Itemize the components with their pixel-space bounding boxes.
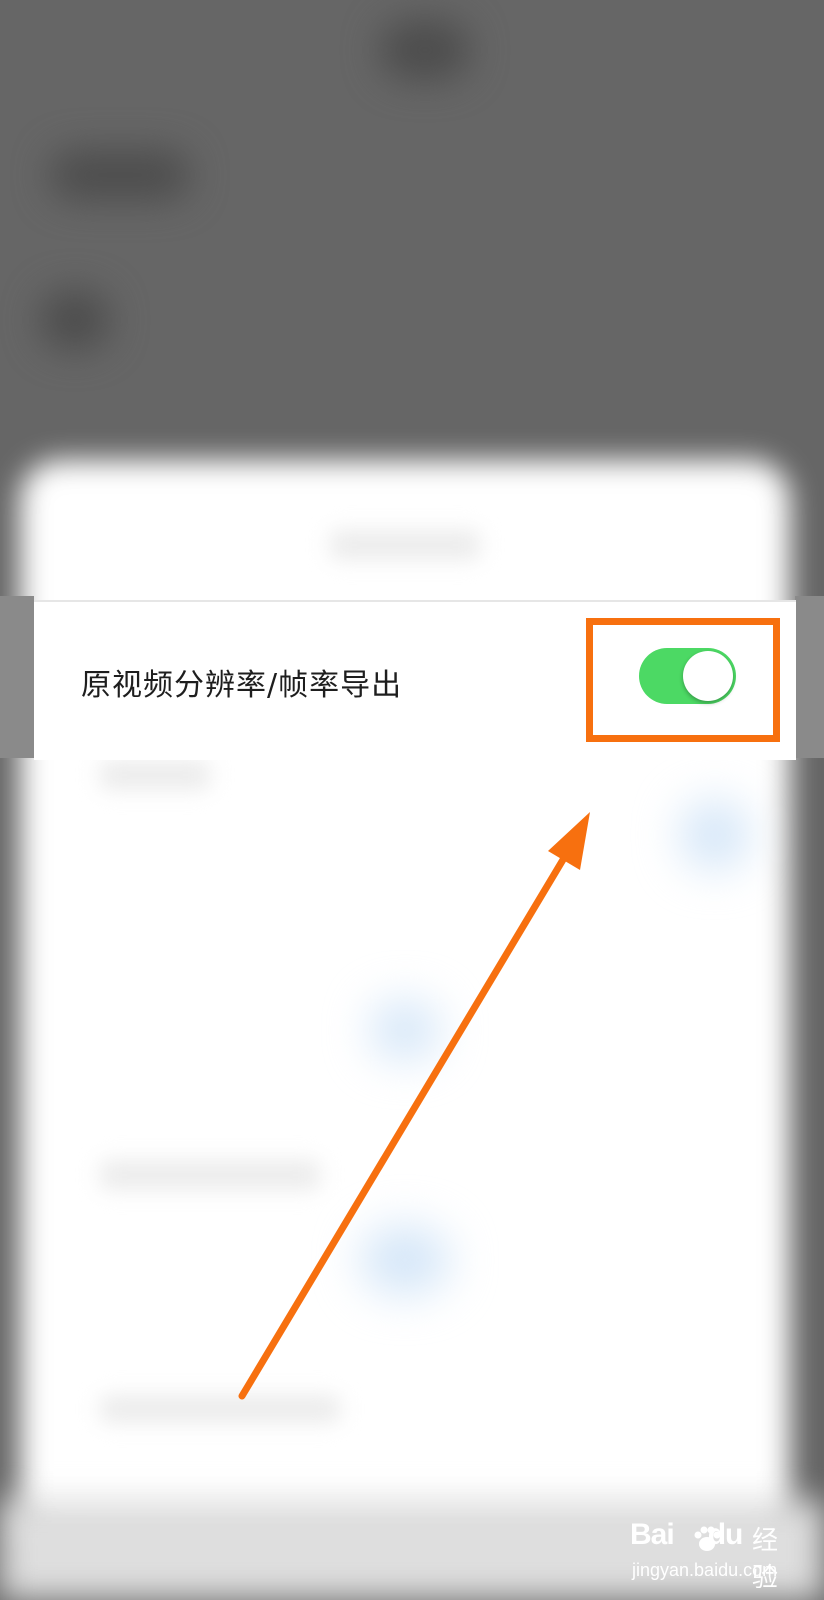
blurred-text <box>100 1395 340 1423</box>
paw-icon <box>694 1526 721 1551</box>
blurred-toggle <box>360 1225 450 1295</box>
blurred-toggle <box>370 1000 440 1060</box>
setting-label: 原视频分辨率/帧率导出 <box>81 668 403 703</box>
blurred-text <box>330 530 480 560</box>
blurred-heading <box>50 150 190 200</box>
baidu-jingyan-watermark: Bai du 经验 jingyan.baidu.com <box>630 1518 800 1593</box>
blurred-title <box>380 20 470 80</box>
blurred-text <box>100 1160 320 1190</box>
blurred-text <box>100 760 210 790</box>
row-band-right <box>795 596 824 758</box>
blurred-item <box>40 290 110 350</box>
row-band-left <box>0 596 34 758</box>
watermark-brand: 经验 <box>752 1526 779 1593</box>
highlight-box <box>586 618 780 742</box>
watermark-logo: Bai du <box>630 1518 743 1551</box>
blurred-toggle <box>680 800 750 870</box>
watermark-url: jingyan.baidu.com <box>632 1560 778 1580</box>
